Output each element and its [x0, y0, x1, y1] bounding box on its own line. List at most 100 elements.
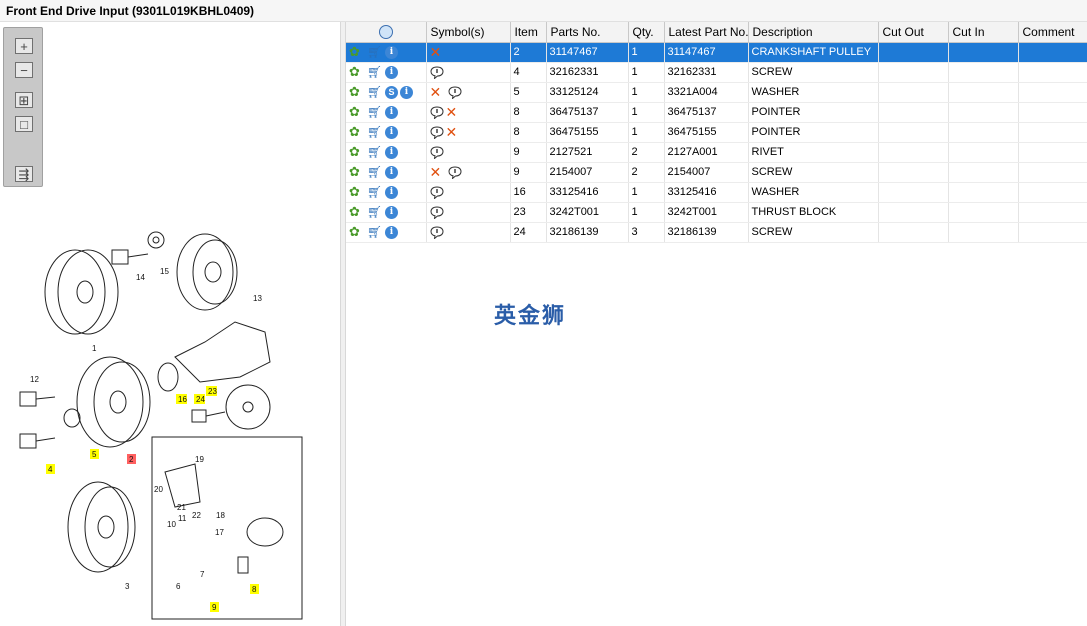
callout-7[interactable]: 7 — [200, 570, 205, 579]
header-cut-out[interactable]: Cut Out — [878, 22, 949, 43]
header-qty[interactable]: Qty. — [628, 22, 665, 43]
callout-10[interactable]: 10 — [167, 520, 176, 529]
callout-9[interactable]: 9 — [212, 603, 217, 612]
callout-17[interactable]: 17 — [215, 528, 224, 537]
table-row[interactable]: ✿ 🛒︎ i 16 33125416 1 33125416 WASHER — [346, 182, 1087, 203]
screw-4 — [19, 433, 37, 449]
info-icon[interactable]: i — [385, 45, 398, 59]
comment-bubble-icon[interactable] — [429, 65, 444, 79]
info-icon[interactable]: i — [385, 125, 398, 139]
callout-24-hl[interactable]: 24 — [196, 395, 205, 404]
comment-bubble-icon[interactable] — [447, 85, 462, 99]
header-actions[interactable] — [346, 22, 427, 43]
table-row[interactable]: ✿ 🛒︎ i 24 32186139 3 32186139 SCREW — [346, 222, 1087, 243]
callout-8[interactable]: 8 — [252, 585, 257, 594]
fit-to-window-button[interactable]: ⊞ — [15, 92, 33, 108]
info-icon[interactable]: i — [385, 145, 398, 159]
info-icon[interactable]: i — [385, 225, 398, 239]
comment-bubble-icon[interactable] — [429, 185, 444, 199]
info-icon[interactable]: i — [385, 165, 398, 179]
comment-bubble-icon[interactable] — [429, 125, 444, 139]
table-row[interactable]: ✿ 🛒︎ i ✕ 9 2154007 2 2154007 SCREW — [346, 162, 1087, 183]
settings-gear-icon[interactable]: ✿ — [349, 225, 365, 239]
info-icon[interactable]: i — [385, 185, 398, 199]
exploded-parts-diagram[interactable]: 15 14 13 1 12 16 24 23 5 4 2 19 20 21 18… — [0, 202, 340, 622]
shopping-cart-icon[interactable]: 🛒︎ — [367, 65, 383, 79]
row-comment — [1018, 62, 1087, 83]
table-row[interactable]: ✿ 🛒︎ i ✕ 8 36475155 1 36475155 POINTER — [346, 122, 1087, 143]
settings-gear-icon[interactable]: ✿ — [349, 185, 365, 199]
comment-bubble-icon[interactable] — [429, 105, 444, 119]
row-actions: ✿ 🛒︎ i — [346, 42, 427, 63]
shopping-cart-icon[interactable]: 🛒︎ — [367, 205, 383, 219]
header-latest-part-no[interactable]: Latest Part No. — [664, 22, 749, 43]
shopping-cart-icon[interactable]: 🛒︎ — [367, 185, 383, 199]
table-row[interactable]: ✿ 🛒︎ i 23 3242T001 1 3242T001 THRUST BLOCK — [346, 202, 1087, 223]
zoom-out-button[interactable]: − — [15, 62, 33, 78]
comment-bubble-icon[interactable] — [447, 165, 462, 179]
table-row[interactable]: ✿ 🛒︎ i ✕ 8 36475137 1 36475137 POINTER — [346, 102, 1087, 123]
callout-16-hl[interactable]: 16 — [178, 395, 187, 404]
callout-22[interactable]: 22 — [192, 511, 201, 520]
header-comment[interactable]: Comment — [1018, 22, 1087, 43]
header-cut-in[interactable]: Cut In — [948, 22, 1019, 43]
shopping-cart-icon[interactable]: 🛒︎ — [367, 225, 383, 239]
callout-13[interactable]: 13 — [253, 294, 262, 303]
supersession-icon[interactable]: S — [385, 85, 398, 99]
callout-4-hl[interactable]: 4 — [48, 465, 53, 474]
settings-gear-icon[interactable]: ✿ — [349, 105, 365, 119]
header-description[interactable]: Description — [748, 22, 879, 43]
bolt-12 — [19, 391, 37, 407]
header-symbols[interactable]: Symbol(s) — [426, 22, 511, 43]
callout-11[interactable]: 11 — [178, 514, 187, 523]
callout-12[interactable]: 12 — [30, 375, 39, 384]
comment-bubble-icon[interactable] — [429, 205, 444, 219]
table-row[interactable]: ✿ 🛒︎ i 9 2127521 2 2127A001 RIVET — [346, 142, 1087, 163]
export-button[interactable]: ⇶ — [15, 166, 33, 182]
find-icon[interactable] — [378, 25, 393, 40]
callout-5-hl[interactable]: 5 — [92, 450, 97, 459]
settings-gear-icon[interactable]: ✿ — [349, 145, 365, 159]
actual-size-button[interactable]: □ — [15, 116, 33, 132]
table-row[interactable]: ✿ 🛒︎ i 4 32162331 1 32162331 SCREW — [346, 62, 1087, 83]
table-row[interactable]: ✿ 🛒︎ Si ✕ 5 33125124 1 3321A004 WASHER — [346, 82, 1087, 103]
zoom-in-button[interactable]: + — [15, 38, 33, 54]
callout-6[interactable]: 6 — [176, 582, 181, 591]
shopping-cart-icon[interactable]: 🛒︎ — [367, 85, 383, 99]
settings-gear-icon[interactable]: ✿ — [349, 205, 365, 219]
callout-21[interactable]: 21 — [177, 503, 186, 512]
info-icon[interactable]: i — [400, 85, 413, 99]
shopping-cart-icon[interactable]: 🛒︎ — [367, 125, 383, 139]
comment-bubble-icon[interactable] — [429, 225, 444, 239]
callout-20[interactable]: 20 — [154, 485, 163, 494]
callout-15[interactable]: 15 — [160, 267, 169, 276]
info-icon[interactable]: i — [385, 105, 398, 119]
comment-bubble-icon[interactable] — [429, 145, 444, 159]
settings-gear-icon[interactable]: ✿ — [349, 85, 365, 99]
shopping-cart-icon[interactable]: 🛒︎ — [367, 45, 383, 59]
settings-gear-icon[interactable]: ✿ — [349, 65, 365, 79]
row-latest-part-no: 3321A004 — [664, 82, 749, 103]
shopping-cart-icon[interactable]: 🛒︎ — [367, 105, 383, 119]
callout-23-hl[interactable]: 23 — [208, 387, 217, 396]
watermark: 英金狮 — [494, 304, 567, 329]
settings-gear-icon[interactable]: ✿ — [349, 125, 365, 139]
callout-18[interactable]: 18 — [216, 511, 225, 520]
callout-2-hl[interactable]: 2 — [129, 455, 134, 464]
callout-19[interactable]: 19 — [195, 455, 204, 464]
info-icon[interactable]: i — [385, 205, 398, 219]
callout-1[interactable]: 1 — [92, 344, 97, 353]
shopping-cart-icon[interactable]: 🛒︎ — [367, 165, 383, 179]
diagram-pane[interactable]: + − ⊞ □ ⇶ 15 14 13 1 12 19 20 21 18 11 2… — [0, 22, 340, 626]
settings-gear-icon[interactable]: ✿ — [349, 165, 365, 179]
callout-3[interactable]: 3 — [125, 582, 130, 591]
header-parts-no[interactable]: Parts No. — [546, 22, 629, 43]
info-icon[interactable]: i — [385, 65, 398, 79]
table-row[interactable]: ✿ 🛒︎ i ✕ 2 31147467 1 31147467 CRANKSHAFT PULLEY — [346, 42, 1087, 63]
shopping-cart-icon[interactable]: 🛒︎ — [367, 145, 383, 159]
callout-14[interactable]: 14 — [136, 273, 145, 282]
row-latest-part-no: 33125416 — [664, 182, 749, 203]
settings-gear-icon[interactable]: ✿ — [349, 45, 365, 59]
header-item[interactable]: Item — [510, 22, 547, 43]
washer-16 — [157, 362, 179, 392]
